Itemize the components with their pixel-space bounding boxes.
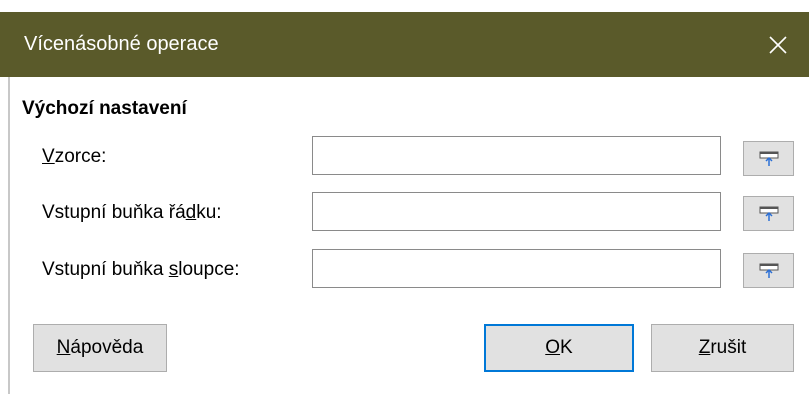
formulas-label: Vzorce:	[42, 146, 106, 168]
close-button[interactable]	[747, 12, 809, 77]
label-accelerator: V	[42, 146, 55, 167]
label-text: loupce:	[178, 259, 240, 280]
formulas-shrink-button[interactable]	[743, 141, 794, 176]
button-label: K	[560, 337, 573, 358]
formulas-input[interactable]	[312, 136, 721, 175]
column-input-cell-shrink-button[interactable]	[743, 253, 794, 288]
column-input-cell-input[interactable]	[312, 249, 721, 288]
label-text: ku:	[196, 202, 222, 223]
section-heading: Výchozí nastavení	[22, 98, 187, 119]
button-accelerator: Z	[698, 337, 711, 358]
shrink-icon	[759, 263, 778, 278]
help-button[interactable]: Nápověda	[33, 324, 167, 372]
button-label: ápověda	[70, 337, 144, 358]
shrink-icon	[759, 151, 778, 166]
shrink-icon	[759, 206, 778, 221]
row-input-cell-shrink-button[interactable]	[743, 196, 794, 231]
label-text: zorce:	[54, 146, 107, 167]
label-text: Vstupní buňka řá	[42, 202, 186, 223]
column-input-cell-label: Vstupní buňka sloupce:	[42, 259, 240, 281]
label-text: Vstupní buňka	[42, 259, 169, 280]
label-accelerator: s	[168, 259, 179, 280]
button-label: rušit	[710, 337, 747, 358]
button-accelerator: N	[56, 337, 71, 358]
close-icon	[769, 35, 787, 54]
button-accelerator: O	[545, 337, 561, 358]
window-title: Vícenásobné operace	[24, 33, 219, 55]
cancel-button[interactable]: Zrušit	[651, 324, 794, 372]
ok-button[interactable]: OK	[484, 324, 634, 372]
row-input-cell-input[interactable]	[312, 192, 721, 231]
label-accelerator: d	[185, 202, 197, 223]
row-input-cell-label: Vstupní buňka řádku:	[42, 202, 222, 224]
title-bar: Vícenásobné operace	[0, 12, 809, 77]
